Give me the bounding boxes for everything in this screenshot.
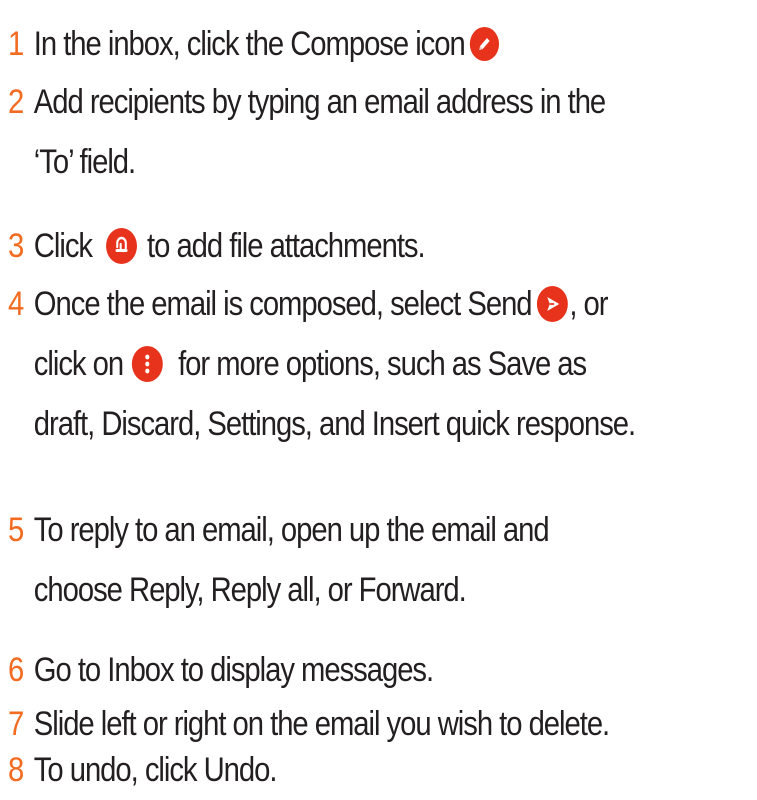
step-line: click on for more options, such as Save … [8, 334, 652, 394]
step-number: 7 [8, 704, 24, 743]
step-text: To undo, click Undo. [33, 750, 278, 789]
step-number: 1 [8, 24, 24, 63]
step-line: 2 Add recipients by typing an email addr… [8, 72, 652, 132]
step-4: 4 Once the email is composed, select Sen… [8, 274, 757, 454]
step-text: choose Reply, Reply all, or Forward. [33, 570, 467, 609]
step-5: 5 To reply to an email, open up the emai… [8, 500, 757, 620]
step-3: 3 Click to add file attachments. [8, 216, 757, 276]
step-number: 5 [8, 510, 24, 549]
step-text: draft, Discard, Settings, and Insert qui… [33, 404, 636, 443]
send-icon [536, 286, 568, 322]
step-text: ‘To’ field. [33, 142, 136, 181]
step-text: Add recipients by typing an email addres… [33, 82, 606, 121]
instructions-document: 1 In the inbox, click the Compose icon 2… [0, 0, 757, 791]
step-2: 2 Add recipients by typing an email addr… [8, 72, 757, 192]
step-text: Go to Inbox to display messages. [33, 650, 434, 689]
step-text: To reply to an email, open up the email … [33, 510, 550, 549]
step-text: click on [33, 344, 124, 383]
step-8: 8 To undo, click Undo. [8, 740, 757, 800]
step-line: 8 To undo, click Undo. [8, 740, 652, 800]
step-line: choose Reply, Reply all, or Forward. [8, 560, 652, 620]
step-line: 5 To reply to an email, open up the emai… [8, 500, 652, 560]
step-line: 4 Once the email is composed, select Sen… [8, 274, 652, 334]
step-line: 1 In the inbox, click the Compose icon [8, 14, 652, 74]
step-number: 3 [8, 226, 24, 265]
step-line: ‘To’ field. [8, 132, 652, 192]
step-6: 6 Go to Inbox to display messages. [8, 640, 757, 700]
step-text: Click [33, 226, 93, 265]
pencil-icon [469, 27, 500, 61]
step-text: In the inbox, click the Compose icon [33, 24, 466, 63]
step-line: 6 Go to Inbox to display messages. [8, 640, 652, 700]
more-options-icon [131, 346, 163, 382]
step-number: 8 [8, 750, 24, 789]
step-number: 4 [8, 284, 24, 323]
step-1: 1 In the inbox, click the Compose icon [8, 14, 757, 74]
step-text: Once the email is composed, select Send [33, 284, 533, 323]
step-text: to add file attachments. [147, 226, 426, 265]
step-line: draft, Discard, Settings, and Insert qui… [8, 394, 652, 454]
step-text: for more options, such as Save as [178, 344, 587, 383]
step-number: 2 [8, 82, 24, 121]
step-line: 3 Click to add file attachments. [8, 216, 652, 276]
paperclip-icon [105, 228, 137, 264]
step-text: , or [569, 284, 608, 323]
step-text: Slide left or right on the email you wis… [33, 704, 610, 743]
step-number: 6 [8, 650, 24, 689]
